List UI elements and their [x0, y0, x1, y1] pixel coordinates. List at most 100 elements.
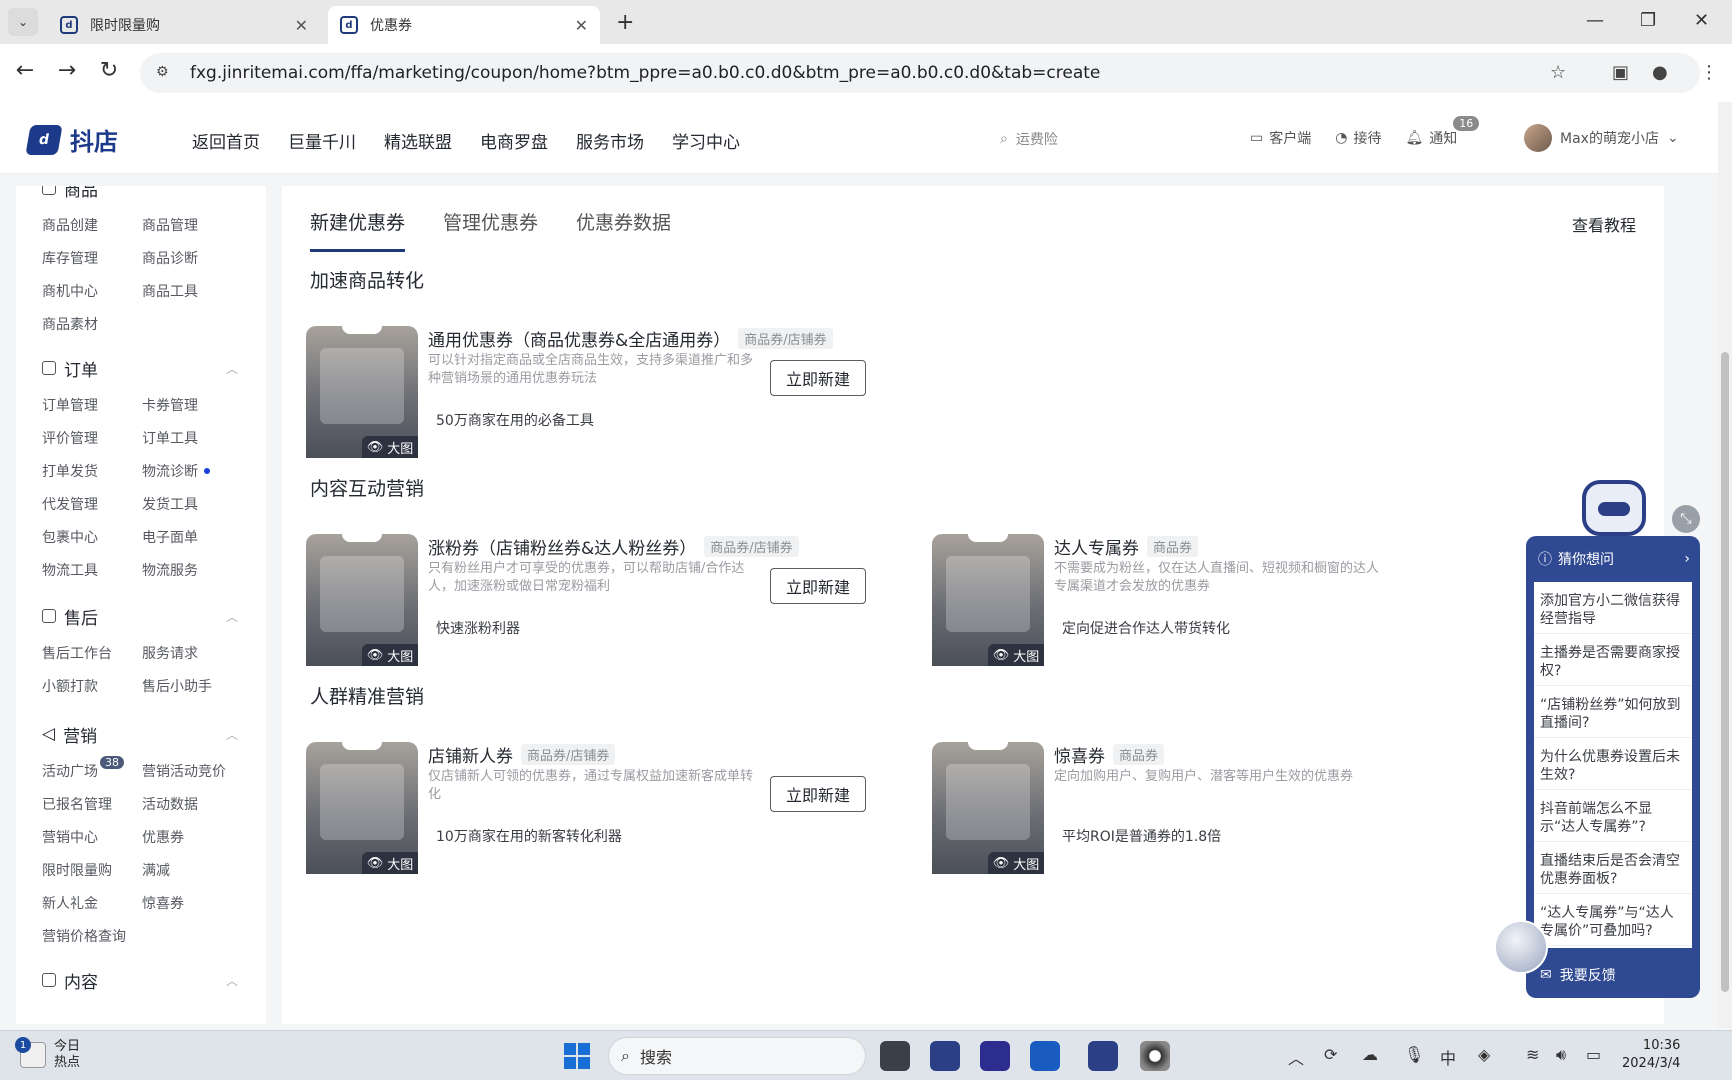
sidebar-item-activity-square[interactable]: 活动广场 38	[42, 754, 142, 787]
tab-manage-coupon[interactable]: 管理优惠券	[443, 208, 538, 252]
nav-compass[interactable]: 电商罗盘	[480, 128, 548, 153]
sidebar-group-product[interactable]: 商品	[42, 186, 266, 208]
doudian-logo[interactable]: d 抖店	[25, 122, 118, 157]
file-explorer-icon[interactable]	[880, 1041, 910, 1071]
view-tutorial-link[interactable]: 查看教程	[1572, 212, 1636, 236]
sidebar-group-content[interactable]: 内容 ︿	[42, 960, 266, 1000]
preview-thumbnail[interactable]: 👁︎ 大图	[306, 326, 418, 458]
site-settings-icon[interactable]: ⚙	[156, 64, 174, 82]
browser-tab-coupon[interactable]: d 优惠券 ✕	[328, 6, 600, 44]
sidebar-item[interactable]: 商机中心	[42, 274, 142, 307]
sidebar-item[interactable]: 物流工具	[42, 553, 142, 586]
sidebar-item[interactable]: 已报名管理	[42, 787, 142, 820]
enlarge-button[interactable]: 👁︎ 大图	[988, 644, 1044, 666]
nav-qianchuan[interactable]: 巨量千川	[288, 128, 356, 153]
enlarge-button[interactable]: 👁︎ 大图	[988, 852, 1044, 874]
nav-learning-center[interactable]: 学习中心	[672, 128, 740, 153]
forward-arrow-icon[interactable]: →	[52, 58, 82, 83]
app-icon[interactable]	[980, 1041, 1010, 1071]
enlarge-button[interactable]: 👁︎ 大图	[362, 852, 418, 874]
minimize-icon[interactable]: —	[1586, 10, 1604, 31]
help-question[interactable]: 直播结束后是否会清空优惠券面板?	[1534, 842, 1692, 894]
tab-coupon-data[interactable]: 优惠券数据	[576, 208, 671, 252]
nav-home[interactable]: 返回首页	[192, 128, 260, 153]
ime-icon[interactable]: 中	[1440, 1045, 1456, 1069]
sidebar-item[interactable]: 小额打款	[42, 669, 142, 702]
sidebar-item[interactable]: 营销价格查询	[42, 919, 142, 952]
sync-icon[interactable]: ⟳	[1324, 1045, 1337, 1064]
sidebar-group-marketing[interactable]: ◁ 营销 ︿	[42, 714, 266, 754]
enlarge-button[interactable]: 👁︎ 大图	[362, 436, 418, 458]
sidebar-item[interactable]: 商品管理	[142, 208, 252, 241]
restore-icon[interactable]: ❐	[1640, 10, 1656, 31]
sidebar-item[interactable]: 商品素材	[42, 307, 142, 340]
sidebar-item-coupon[interactable]: 优惠券	[142, 820, 252, 853]
bookmark-star-icon[interactable]: ☆	[1550, 62, 1566, 83]
profile-icon[interactable]: ●	[1652, 62, 1668, 83]
sidebar-group-aftersale[interactable]: 售后 ︿	[42, 596, 266, 636]
reception-button[interactable]: ◔ 接待	[1335, 128, 1381, 148]
enlarge-button[interactable]: 👁︎ 大图	[362, 644, 418, 666]
sidebar-panel-icon[interactable]: ▣	[1612, 62, 1629, 83]
sidebar-item[interactable]: 商品工具	[142, 274, 252, 307]
sidebar-item[interactable]: 满减	[142, 853, 252, 886]
notification-button[interactable]: 🔔︎ 通知 16	[1405, 116, 1480, 148]
browser-tab-flash-sale[interactable]: d 限时限量购 ✕	[48, 6, 320, 44]
taskbar-search[interactable]: ⌕ 搜索	[608, 1037, 866, 1075]
sidebar-item[interactable]: 订单管理	[42, 388, 142, 421]
app-tray-icon[interactable]: ◈	[1478, 1045, 1490, 1064]
page-scrollbar[interactable]	[1718, 102, 1732, 1028]
more-menu-icon[interactable]: ⋮	[1700, 62, 1718, 83]
feedback-button[interactable]: ✉ 我要反馈	[1526, 952, 1700, 998]
wifi-icon[interactable]: ≋	[1526, 1045, 1539, 1064]
battery-icon[interactable]: ▭	[1586, 1045, 1601, 1064]
doudian-app-icon[interactable]	[1088, 1041, 1118, 1071]
help-question[interactable]: 为什么优惠券设置后未生效?	[1534, 738, 1692, 790]
client-button[interactable]: ▭ 客户端	[1250, 128, 1311, 148]
microphone-icon[interactable]: 🎙︎	[1404, 1045, 1424, 1064]
reload-icon[interactable]: ↻	[94, 58, 124, 83]
preview-thumbnail[interactable]: 👁︎ 大图	[932, 742, 1044, 874]
close-icon[interactable]: ✕	[575, 16, 588, 35]
tab-search-chevron-icon[interactable]: ⌄	[8, 8, 38, 36]
windows-start-icon[interactable]	[564, 1043, 590, 1069]
help-question[interactable]: 抖音前端怎么不显示“达人专属券”?	[1534, 790, 1692, 842]
sidebar-item[interactable]: 营销活动竞价	[142, 754, 252, 787]
sidebar-item[interactable]: 售后小助手	[142, 669, 252, 702]
window-close-icon[interactable]: ✕	[1694, 10, 1709, 31]
help-question[interactable]: 添加官方小二微信获得经营指导	[1534, 582, 1692, 634]
sidebar-item[interactable]: 新人礼金	[42, 886, 142, 919]
create-now-button[interactable]: 立即新建	[770, 776, 866, 812]
sidebar-item[interactable]: 评价管理	[42, 421, 142, 454]
sidebar-group-order[interactable]: 订单 ︿	[42, 348, 266, 388]
nav-service-market[interactable]: 服务市场	[576, 128, 644, 153]
sidebar-item[interactable]: 包裹中心	[42, 520, 142, 553]
preview-thumbnail[interactable]: 👁︎ 大图	[932, 534, 1044, 666]
sidebar-item[interactable]: 发货工具	[142, 487, 252, 520]
sidebar-item[interactable]: 打单发货	[42, 454, 142, 487]
url-bar[interactable]: ⚙ fxg.jinritemai.com/ffa/marketing/coupo…	[140, 53, 1700, 93]
scrollbar-thumb[interactable]	[1721, 352, 1729, 992]
sidebar-item[interactable]: 物流服务	[142, 553, 252, 586]
create-now-button[interactable]: 立即新建	[770, 568, 866, 604]
sidebar-item[interactable]: 卡券管理	[142, 388, 252, 421]
back-arrow-icon[interactable]: ←	[10, 58, 40, 83]
assistant-robot-icon[interactable]	[1582, 480, 1646, 536]
customer-service-avatar[interactable]	[1494, 920, 1548, 974]
create-now-button[interactable]: 立即新建	[770, 360, 866, 396]
sidebar-item[interactable]: 电子面单	[142, 520, 252, 553]
help-question[interactable]: “店铺粉丝券”如何放到直播间?	[1534, 686, 1692, 738]
sidebar-item[interactable]: 代发管理	[42, 487, 142, 520]
volume-icon[interactable]: 🔊︎	[1556, 1045, 1566, 1065]
preview-thumbnail[interactable]: 👁︎ 大图	[306, 742, 418, 874]
chrome-icon[interactable]	[1140, 1041, 1170, 1071]
cloud-icon[interactable]: ☁	[1362, 1045, 1378, 1064]
sidebar-item[interactable]: 订单工具	[142, 421, 252, 454]
chevron-up-icon[interactable]: ︿	[1288, 1045, 1304, 1069]
sidebar-item[interactable]: 商品创建	[42, 208, 142, 241]
sidebar-item[interactable]: 库存管理	[42, 241, 142, 274]
preview-thumbnail[interactable]: 👁︎ 大图	[306, 534, 418, 666]
app-icon[interactable]	[930, 1041, 960, 1071]
new-tab-plus-icon[interactable]: +	[616, 10, 634, 35]
top-search-input[interactable]: ⌕ 运费险	[1000, 124, 1210, 154]
